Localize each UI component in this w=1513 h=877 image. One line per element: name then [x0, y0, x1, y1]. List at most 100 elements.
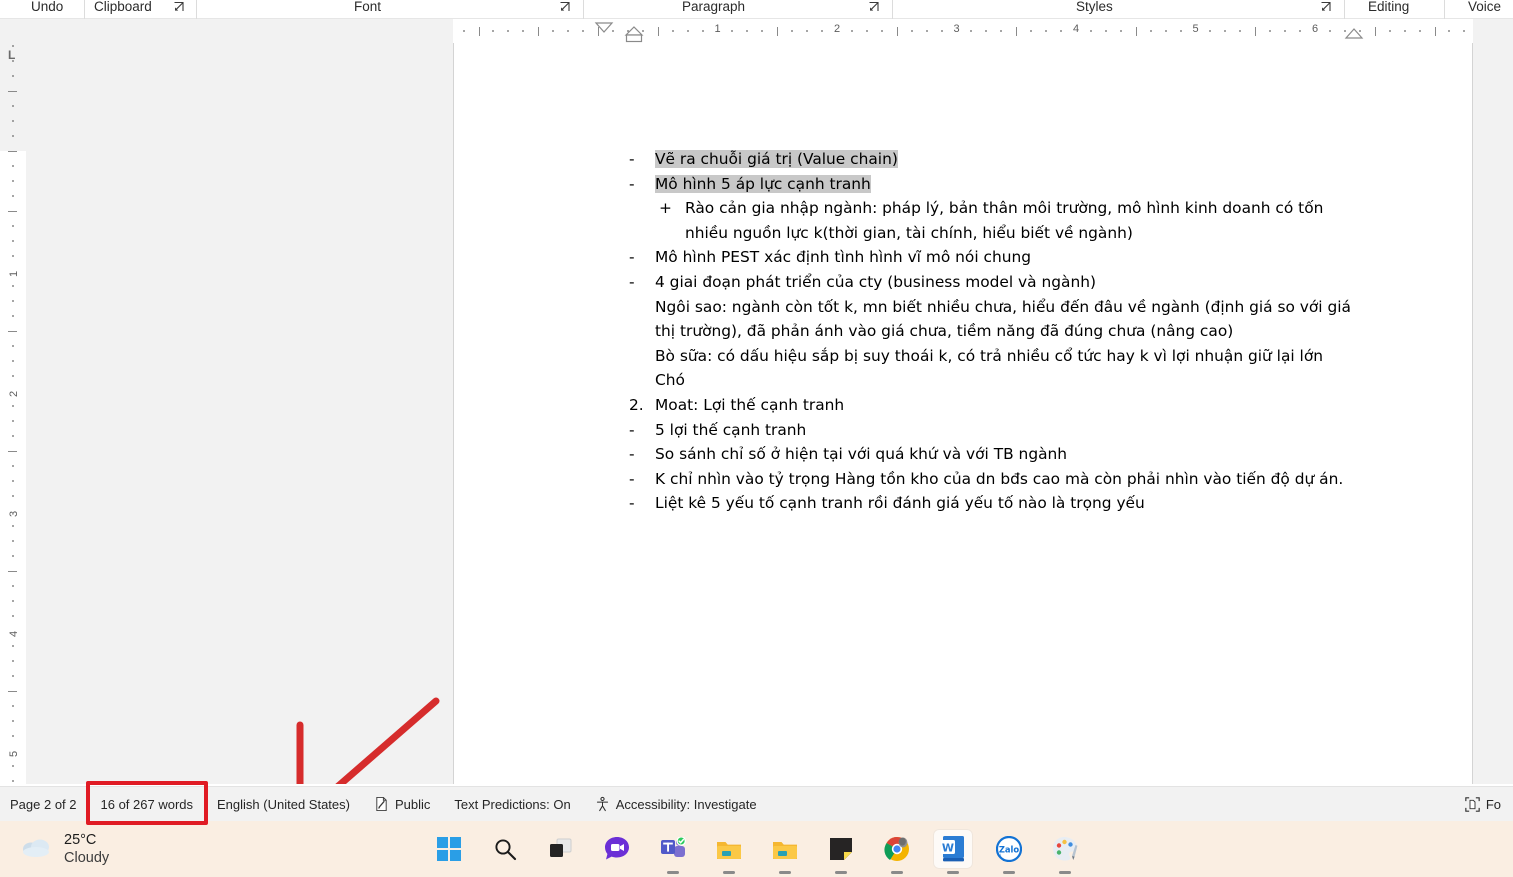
document-line[interactable]: - Liệt kê 5 yếu tố cạnh tranh rồi đánh gi…: [629, 491, 1369, 516]
vruler-tick: [12, 75, 14, 77]
vruler-tick: [12, 360, 14, 362]
ruler-tick: [1016, 27, 1018, 36]
word-button[interactable]: W: [932, 829, 973, 874]
ribbon-group-paragraph[interactable]: Paragraph: [682, 0, 745, 14]
dialog-launcher-icon[interactable]: [559, 1, 571, 13]
search-button[interactable]: [485, 829, 525, 869]
ribbon-group-undo[interactable]: Undo: [31, 0, 63, 14]
document-line[interactable]: - K chỉ nhìn vào tỷ trọng Hàng tồn kho củ…: [629, 467, 1369, 492]
status-focus-label: Fo: [1485, 797, 1501, 812]
document-line[interactable]: + Rào cản gia nhập ngành: pháp lý, bản th…: [629, 196, 1369, 245]
svg-text:W: W: [941, 842, 953, 855]
task-view-icon: [549, 838, 571, 857]
ruler-number-1: 1: [714, 23, 721, 35]
ribbon-group-editing[interactable]: Editing: [1368, 0, 1409, 14]
vruler-tick: [12, 720, 14, 722]
status-words-label: 16 of 267 words: [100, 796, 194, 812]
running-indicator: [1058, 870, 1071, 874]
teams-button[interactable]: [653, 829, 693, 874]
first-line-indent-marker[interactable]: [594, 22, 614, 33]
plain-text: Moat: Lợi thế cạnh tranh: [655, 395, 845, 414]
chat-icon: [604, 837, 629, 860]
ruler-tick: [925, 30, 928, 32]
list-marker: -: [629, 469, 635, 488]
sticky-notes-button[interactable]: [821, 829, 861, 874]
document-line[interactable]: Chó: [629, 368, 1369, 393]
weather-widget[interactable]: 25°C Cloudy: [20, 821, 109, 877]
document-text[interactable]: - Vẽ ra chuỗi giá trị (Value chain) - Mô hì…: [629, 147, 1369, 516]
vruler-tick: [12, 300, 14, 302]
status-language[interactable]: English (United States): [205, 791, 362, 817]
document-page[interactable]: - Vẽ ra chuỗi giá trị (Value chain) - Mô hì…: [453, 43, 1473, 784]
document-line[interactable]: - Vẽ ra chuỗi giá trị (Value chain): [629, 147, 1369, 172]
document-line-text: Liệt kê 5 yếu tố cạnh tranh rồi đánh giá…: [655, 491, 1369, 516]
ruler-tick: [462, 30, 465, 32]
hanging-indent-marker[interactable]: [624, 26, 644, 43]
status-accessibility[interactable]: Accessibility: Investigate: [583, 791, 769, 817]
start-button[interactable]: [429, 829, 469, 869]
document-line[interactable]: Ngôi sao: ngành còn tốt k, mn biết nhiều…: [629, 295, 1369, 344]
ruler-tick: [1135, 27, 1137, 36]
file-explorer-button-2[interactable]: [765, 829, 805, 874]
chat-button[interactable]: [597, 829, 637, 869]
document-line[interactable]: 2. Moat: Lợi thế cạnh tranh: [629, 393, 1369, 418]
vruler-tick: [12, 525, 14, 527]
vruler-tick: [12, 465, 14, 467]
ribbon-group-styles[interactable]: Styles: [1076, 0, 1113, 14]
ribbon-group-clipboard[interactable]: Clipboard: [94, 0, 152, 14]
status-sensitivity[interactable]: Public: [362, 791, 442, 817]
vruler-tick: [12, 585, 14, 587]
status-focus-mode[interactable]: Fo: [1455, 792, 1513, 818]
paint-button[interactable]: [1045, 829, 1085, 874]
ribbon-separator: [583, 0, 584, 19]
right-indent-marker[interactable]: [1344, 28, 1364, 39]
folder-icon: [716, 841, 741, 859]
running-indicator: [666, 870, 679, 874]
list-marker: -: [629, 150, 635, 168]
plain-text: 4 giai đoạn phát triển của cty (business…: [655, 272, 1096, 291]
ribbon-group-voice[interactable]: Voice: [1468, 0, 1501, 14]
plain-text: Rào cản gia nhập ngành: pháp lý, bản thâ…: [685, 199, 1324, 242]
ruler-tick: [1149, 30, 1152, 32]
vruler-tick: [12, 705, 14, 707]
ruler-tick: [1403, 30, 1406, 32]
ruler-tick: [1374, 27, 1376, 36]
document-line[interactable]: - 5 lợi thế cạnh tranh: [629, 418, 1369, 443]
ribbon-separator: [1444, 0, 1445, 19]
ribbon-separator: [84, 0, 85, 19]
dialog-launcher-icon[interactable]: [868, 1, 880, 13]
ruler-tick: [1179, 30, 1182, 32]
list-marker: 2.: [629, 395, 644, 414]
dialog-launcher-icon[interactable]: [1320, 1, 1332, 13]
status-word-count[interactable]: 16 of 267 words: [89, 791, 206, 817]
vruler-tick: [12, 660, 14, 662]
zalo-button[interactable]: Zalo: [989, 829, 1029, 874]
folder-icon: [772, 841, 797, 859]
ruler-tick: [940, 30, 943, 32]
status-text-predictions[interactable]: Text Predictions: On: [442, 791, 582, 817]
chrome-button[interactable]: [877, 829, 917, 874]
horizontal-ruler[interactable]: 1 2 3 4 5 6: [0, 19, 1513, 43]
vertical-ruler[interactable]: L 12345: [0, 43, 26, 784]
document-line[interactable]: - 4 giai đoạn phát triển của cty (busines…: [629, 270, 1369, 295]
vruler-tick: [12, 195, 14, 197]
document-line[interactable]: Bò sữa: có dấu hiệu sắp bị suy thoái k, …: [629, 344, 1369, 369]
word-icon: W: [940, 836, 964, 862]
dialog-launcher-icon[interactable]: [173, 1, 185, 13]
vruler-page-area: [0, 151, 26, 784]
vruler-tick: [12, 675, 14, 677]
vruler-number-3: 3: [8, 510, 20, 517]
document-line[interactable]: - Mô hình 5 áp lực cạnh tranh: [629, 172, 1369, 197]
ribbon-separator: [1344, 0, 1345, 19]
ruler-tick: [880, 30, 883, 32]
status-page-number[interactable]: Page 2 of 2: [0, 791, 89, 817]
document-line-text: Rào cản gia nhập ngành: pháp lý, bản thâ…: [685, 196, 1369, 245]
file-explorer-button-1[interactable]: [709, 829, 749, 874]
document-canvas[interactable]: - Vẽ ra chuỗi giá trị (Value chain) - Mô hì…: [26, 43, 1513, 784]
accessibility-icon: [595, 796, 610, 812]
document-line[interactable]: - So sánh chỉ số ở hiện tại với quá khứ v…: [629, 442, 1369, 467]
status-page-label: Page 2 of 2: [10, 796, 77, 812]
document-line[interactable]: - Mô hình PEST xác định tình hình vĩ mô n…: [629, 245, 1369, 270]
task-view-button[interactable]: [541, 829, 581, 869]
ribbon-group-font[interactable]: Font: [354, 0, 381, 14]
